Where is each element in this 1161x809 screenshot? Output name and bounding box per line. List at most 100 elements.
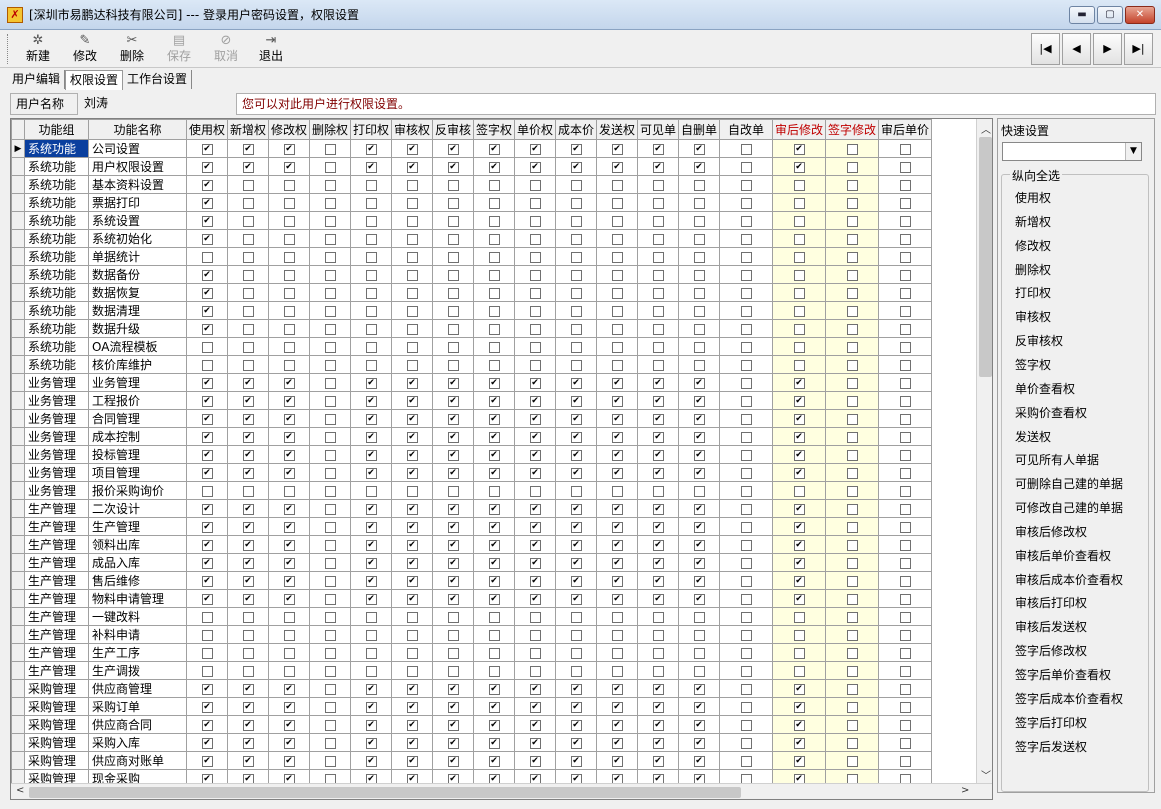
permission-checkbox[interactable]: ✔ xyxy=(283,557,295,569)
vertical-select-item[interactable]: 可见所有人单据 xyxy=(1015,451,1099,469)
permission-checkbox[interactable]: ✔ xyxy=(201,431,213,443)
permission-checkbox[interactable] xyxy=(447,665,459,677)
permission-checkbox[interactable] xyxy=(365,305,377,317)
permission-checkbox[interactable]: ✔ xyxy=(365,395,377,407)
vertical-select-item[interactable]: 签字后单价查看权 xyxy=(1015,666,1111,684)
cell-group[interactable]: 采购管理 xyxy=(24,697,89,716)
permission-checkbox[interactable]: ✔ xyxy=(793,557,805,569)
permission-checkbox[interactable]: ✔ xyxy=(570,395,582,407)
cell-function-name[interactable]: 售后维修 xyxy=(88,571,187,590)
cell-function-name[interactable]: OA流程模板 xyxy=(88,337,187,356)
row-indicator[interactable] xyxy=(11,553,25,572)
permission-checkbox[interactable]: ✔ xyxy=(529,683,541,695)
permission-checkbox[interactable] xyxy=(529,179,541,191)
table-row[interactable]: 生产管理二次设计✔✔✔✔✔✔✔✔✔✔✔✔✔✔✔ xyxy=(11,499,932,518)
row-indicator[interactable] xyxy=(11,733,25,752)
permission-checkbox[interactable] xyxy=(570,341,582,353)
permission-checkbox[interactable] xyxy=(693,251,705,263)
permission-checkbox[interactable]: ✔ xyxy=(447,395,459,407)
vertical-select-item[interactable]: 单价查看权 xyxy=(1015,380,1075,398)
permission-checkbox[interactable] xyxy=(899,377,911,389)
cell-function-name[interactable]: 单据统计 xyxy=(88,247,187,266)
permission-checkbox[interactable] xyxy=(570,485,582,497)
permission-checkbox[interactable]: ✔ xyxy=(406,161,418,173)
permission-checkbox[interactable] xyxy=(283,233,295,245)
permission-checkbox[interactable]: ✔ xyxy=(201,719,213,731)
permission-checkbox[interactable] xyxy=(611,611,623,623)
row-indicator[interactable] xyxy=(11,193,25,212)
permission-checkbox[interactable]: ✔ xyxy=(365,539,377,551)
permission-checkbox[interactable] xyxy=(283,251,295,263)
permission-checkbox[interactable] xyxy=(693,179,705,191)
column-header[interactable]: 打印权 xyxy=(350,119,392,140)
permission-checkbox[interactable] xyxy=(793,665,805,677)
permission-checkbox[interactable]: ✔ xyxy=(793,395,805,407)
permission-checkbox[interactable]: ✔ xyxy=(793,701,805,713)
permission-checkbox[interactable] xyxy=(740,503,752,515)
cell-group[interactable]: 系统功能 xyxy=(24,229,89,248)
permission-checkbox[interactable] xyxy=(846,521,858,533)
permission-checkbox[interactable] xyxy=(242,629,254,641)
cell-group[interactable]: 采购管理 xyxy=(24,715,89,734)
permission-checkbox[interactable] xyxy=(283,269,295,281)
permission-checkbox[interactable] xyxy=(406,305,418,317)
permission-grid[interactable]: 功能组 功能名称 使用权 新增权 修改权 删除权 打印权 审核权 反审核 签字权 单价权 成本价 发送权… xyxy=(10,118,993,800)
permission-checkbox[interactable] xyxy=(611,287,623,299)
permission-checkbox[interactable] xyxy=(324,431,336,443)
permission-checkbox[interactable]: ✔ xyxy=(406,467,418,479)
cell-group[interactable]: 生产管理 xyxy=(24,661,89,680)
permission-checkbox[interactable]: ✔ xyxy=(447,161,459,173)
permission-checkbox[interactable] xyxy=(846,629,858,641)
cell-group[interactable]: 采购管理 xyxy=(24,733,89,752)
permission-checkbox[interactable] xyxy=(570,305,582,317)
permission-checkbox[interactable] xyxy=(611,647,623,659)
permission-checkbox[interactable] xyxy=(365,629,377,641)
permission-checkbox[interactable] xyxy=(740,593,752,605)
permission-checkbox[interactable] xyxy=(324,665,336,677)
permission-checkbox[interactable]: ✔ xyxy=(570,449,582,461)
permission-checkbox[interactable]: ✔ xyxy=(793,755,805,767)
permission-checkbox[interactable] xyxy=(652,215,664,227)
permission-checkbox[interactable] xyxy=(899,233,911,245)
column-header[interactable]: 审后单价 xyxy=(878,119,932,140)
permission-checkbox[interactable] xyxy=(740,557,752,569)
permission-checkbox[interactable]: ✔ xyxy=(242,539,254,551)
table-row[interactable]: 生产管理售后维修✔✔✔✔✔✔✔✔✔✔✔✔✔✔✔ xyxy=(11,571,932,590)
cell-group[interactable]: 系统功能 xyxy=(24,157,89,176)
permission-checkbox[interactable] xyxy=(406,197,418,209)
row-indicator[interactable] xyxy=(11,211,25,230)
permission-checkbox[interactable] xyxy=(611,269,623,281)
close-icon[interactable]: ✕ xyxy=(1125,6,1155,24)
table-row[interactable]: 系统功能数据升级✔✔✔ xyxy=(11,319,932,338)
permission-checkbox[interactable] xyxy=(570,323,582,335)
permission-checkbox[interactable] xyxy=(899,251,911,263)
permission-checkbox[interactable] xyxy=(899,629,911,641)
cell-group[interactable]: 生产管理 xyxy=(24,499,89,518)
permission-checkbox[interactable] xyxy=(846,233,858,245)
table-row[interactable]: 系统功能核价库维护✔✔ xyxy=(11,355,932,374)
permission-checkbox[interactable] xyxy=(324,395,336,407)
permission-checkbox[interactable] xyxy=(899,341,911,353)
permission-checkbox[interactable] xyxy=(488,233,500,245)
permission-checkbox[interactable]: ✔ xyxy=(652,143,664,155)
permission-checkbox[interactable]: ✔ xyxy=(488,755,500,767)
permission-checkbox[interactable] xyxy=(740,431,752,443)
permission-checkbox[interactable]: ✔ xyxy=(365,737,377,749)
permission-checkbox[interactable] xyxy=(652,611,664,623)
permission-checkbox[interactable]: ✔ xyxy=(365,377,377,389)
permission-checkbox[interactable] xyxy=(488,251,500,263)
toolbar-grip[interactable] xyxy=(7,34,10,64)
permission-checkbox[interactable] xyxy=(365,647,377,659)
permission-checkbox[interactable] xyxy=(201,251,213,263)
permission-checkbox[interactable] xyxy=(283,179,295,191)
permission-checkbox[interactable]: ✔ xyxy=(570,701,582,713)
permission-checkbox[interactable] xyxy=(899,521,911,533)
cell-function-name[interactable]: 供应商对账单 xyxy=(88,751,187,770)
permission-checkbox[interactable] xyxy=(899,179,911,191)
permission-checkbox[interactable] xyxy=(365,341,377,353)
permission-checkbox[interactable] xyxy=(693,197,705,209)
permission-checkbox[interactable] xyxy=(740,233,752,245)
permission-checkbox[interactable]: ✔ xyxy=(406,593,418,605)
permission-checkbox[interactable] xyxy=(846,377,858,389)
permission-checkbox[interactable] xyxy=(529,215,541,227)
